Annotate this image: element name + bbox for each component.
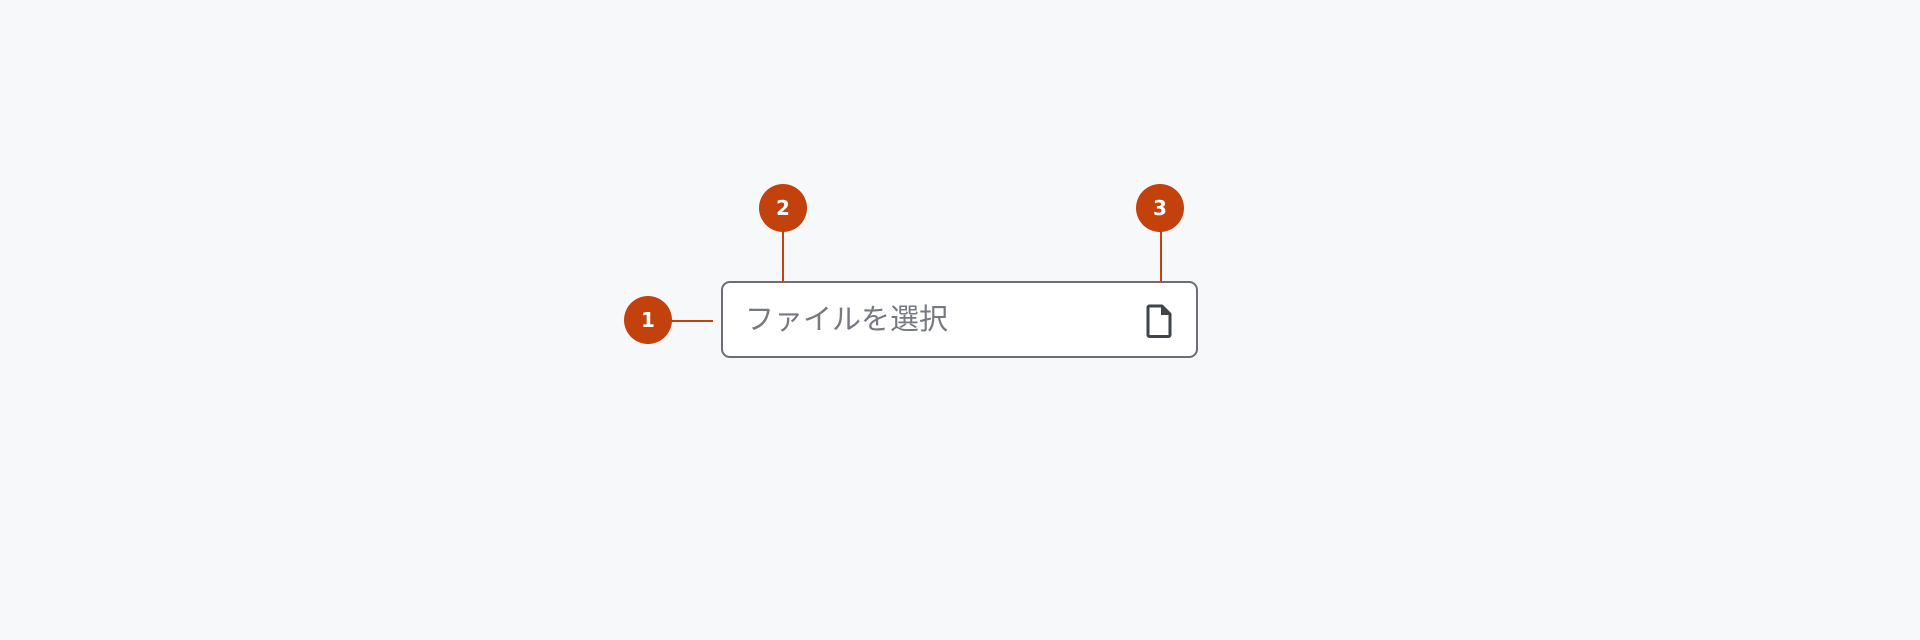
annotation-leader-1 [670, 320, 713, 322]
file-input-placeholder: ファイルを選択 [745, 302, 949, 336]
annotation-marker-3: 3 [1136, 184, 1184, 232]
file-icon[interactable] [1145, 303, 1173, 339]
annotation-marker-1: 1 [624, 296, 672, 344]
file-select-input[interactable]: ファイルを選択 [721, 281, 1198, 358]
annotation-marker-2: 2 [759, 184, 807, 232]
